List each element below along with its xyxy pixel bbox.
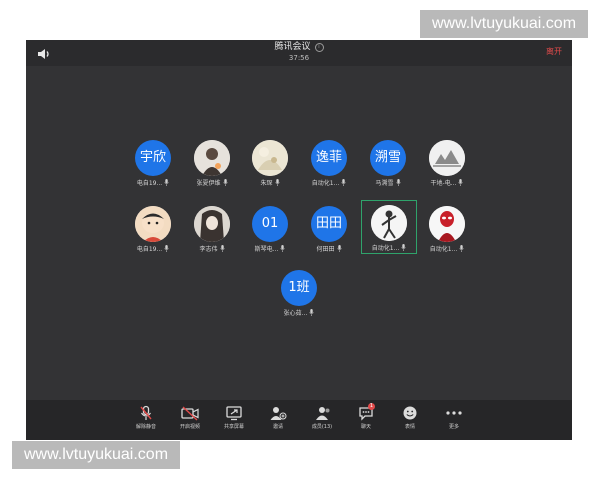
emoji-icon (403, 406, 417, 420)
members-button[interactable]: 成员(13) (302, 405, 342, 439)
chat-label: 聊天 (360, 424, 371, 430)
participant-avatar: 溯雪 (370, 140, 406, 176)
start-video-label: 开启视频 (179, 424, 200, 430)
meeting-timer: 37:56 (288, 54, 310, 62)
participant-name: 李志伟 (181, 245, 243, 254)
members-icon (316, 407, 330, 420)
participant-name: 何田田 (298, 245, 360, 254)
participant-name: 马溯雪 (357, 179, 419, 188)
participant-tile[interactable]: 朱琛 (239, 136, 301, 188)
mic-icon (341, 179, 346, 186)
mic-icon (395, 179, 401, 186)
participant-name: 自动化1... (298, 179, 360, 188)
mic-icon (219, 245, 225, 252)
mic-icon (164, 245, 169, 252)
participant-avatar: 01 (252, 206, 288, 242)
participant-tile[interactable]: 李志伟 (181, 202, 243, 254)
mic-icon (309, 309, 315, 316)
muted-mic-icon (140, 405, 152, 420)
mic-icon (280, 245, 286, 252)
meeting-title[interactable]: 腾讯会议 i (26, 42, 572, 53)
members-label: 成员(13) (311, 424, 333, 430)
share-screen-icon (226, 406, 242, 421)
participant-tile[interactable]: 逸菲 自动化1... (298, 136, 360, 188)
emoji-button[interactable]: 表情 (390, 405, 430, 439)
mic-icon (222, 179, 228, 186)
participant-tile[interactable]: 自动化1... (416, 202, 478, 254)
more-dots-icon (446, 411, 462, 415)
participant-name: 自动化1... (362, 244, 416, 253)
unmute-button[interactable]: 解除静音 (126, 405, 166, 439)
invite-label: 邀请 (272, 424, 283, 430)
participant-avatar: 1班 (281, 270, 317, 306)
participant-tile[interactable]: 干地-电... (416, 136, 478, 188)
share-screen-button[interactable]: 共享屏幕 (214, 405, 254, 439)
participant-tile[interactable]: 01 斯琴电... (239, 202, 301, 254)
participant-avatar: 田田 (311, 206, 347, 242)
more-label: 更多 (448, 424, 459, 430)
participant-name: 张夏伊维 (181, 179, 243, 188)
watermark-top: www.lvtuyukuai.com (420, 10, 588, 38)
more-button[interactable]: 更多 (434, 405, 474, 439)
share-screen-label: 共享屏幕 (223, 424, 244, 430)
participant-tile[interactable]: 电自19... (122, 202, 184, 254)
start-video-button[interactable]: 开启视频 (170, 405, 210, 439)
meeting-window: 腾讯会议 i 37:56 离开 宇欣 电自19... 张夏伊维 朱琛 逸菲 自动化… (26, 40, 572, 440)
participant-tile[interactable]: 张夏伊维 (181, 136, 243, 188)
participant-tile[interactable]: 溯雪 马溯雪 (357, 136, 419, 188)
participant-avatar-photo (252, 140, 288, 176)
participant-tile-speaking[interactable]: 自动化1... (361, 200, 417, 254)
participant-avatar-photo (429, 140, 465, 176)
participant-tile[interactable]: 1班 张心茹... (268, 266, 330, 318)
chat-unread-badge: 1 (368, 403, 375, 410)
meeting-title-text: 腾讯会议 (274, 42, 311, 52)
invite-button[interactable]: 邀请 (258, 405, 298, 439)
unmute-label: 解除静音 (135, 424, 156, 430)
participant-name: 朱琛 (239, 179, 301, 188)
participant-name: 自动化1... (416, 245, 478, 254)
top-bar: 腾讯会议 i 37:56 离开 (26, 40, 572, 66)
participant-name: 干地-电... (416, 179, 478, 188)
emoji-label: 表情 (404, 424, 415, 430)
bottom-toolbar: 解除静音 开启视频 共享屏幕 邀请 成员(13) 1 聊天 表情 更多 (26, 400, 572, 440)
video-off-icon (181, 406, 199, 421)
chat-button[interactable]: 1 聊天 (346, 403, 386, 439)
screenshot-page: 腾讯会议 i 37:56 离开 宇欣 电自19... 张夏伊维 朱琛 逸菲 自动化… (0, 0, 600, 480)
participant-tile[interactable]: 田田 何田田 (298, 202, 360, 254)
participant-name: 电自19... (122, 179, 184, 188)
mic-icon (164, 179, 169, 186)
info-icon[interactable]: i (314, 43, 324, 52)
mic-icon (459, 245, 464, 252)
participant-name: 电自19... (122, 245, 184, 254)
participant-avatar-photo (135, 206, 171, 242)
mic-icon (274, 179, 280, 186)
watermark-bottom: www.lvtuyukuai.com (12, 441, 180, 469)
participant-avatar-photo (429, 206, 465, 242)
mic-icon (336, 245, 342, 252)
participant-avatar-photo (371, 205, 407, 241)
mic-icon (401, 244, 406, 251)
participant-tile[interactable]: 宇欣 电自19... (122, 136, 184, 188)
participant-avatar: 宇欣 (135, 140, 171, 176)
invite-icon (270, 407, 287, 420)
participant-name: 张心茹... (268, 309, 330, 318)
participant-avatar-photo (194, 206, 230, 242)
mic-icon (458, 179, 464, 186)
participant-avatar-photo (194, 140, 230, 176)
participant-name: 斯琴电... (239, 245, 301, 254)
leave-button[interactable]: 离开 (546, 47, 562, 57)
participant-avatar: 逸菲 (311, 140, 347, 176)
